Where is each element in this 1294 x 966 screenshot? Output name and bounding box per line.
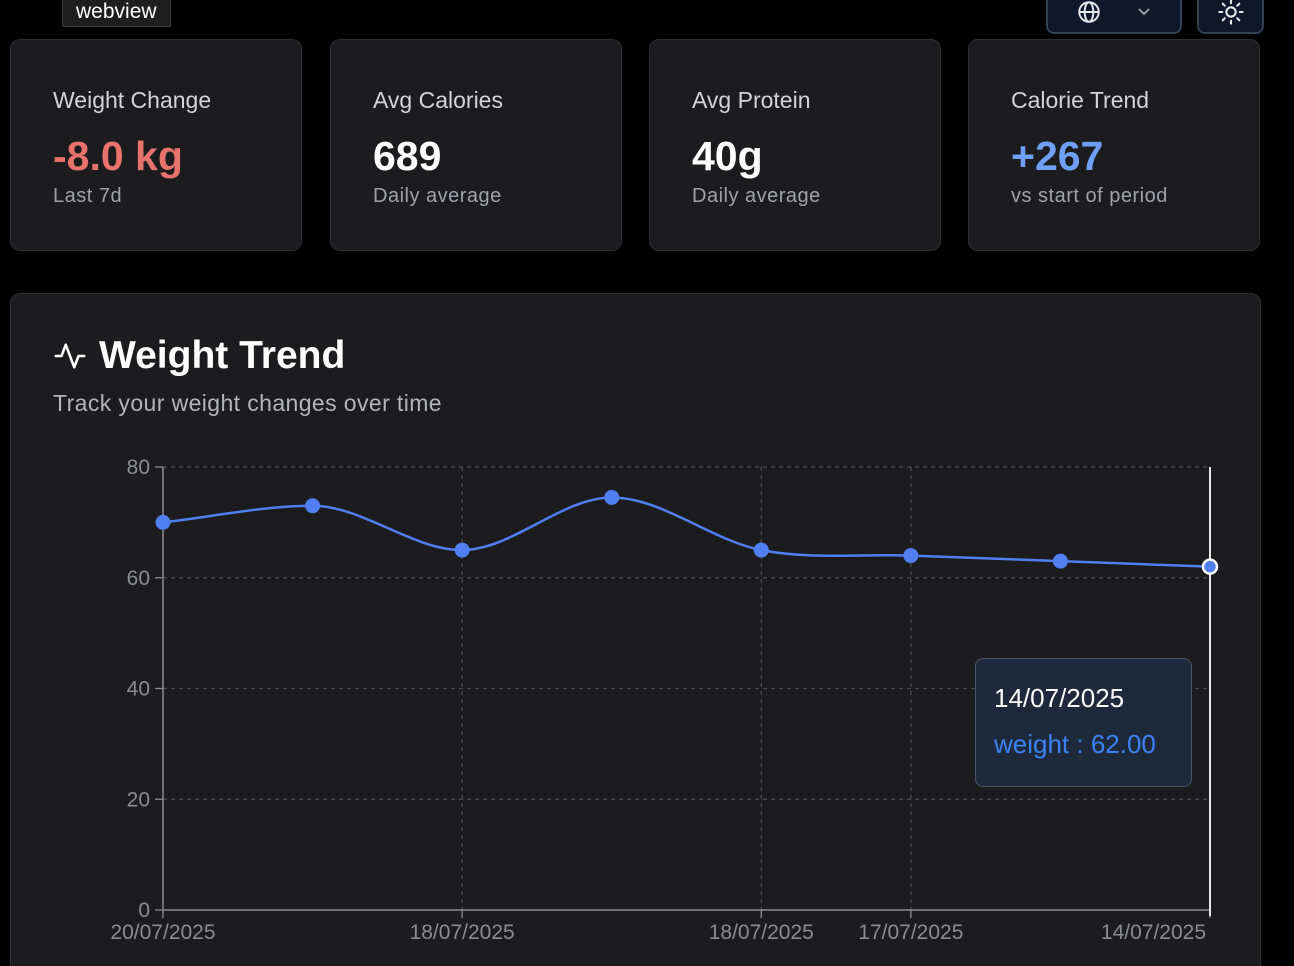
x-tick-label: 20/07/2025	[110, 921, 215, 944]
data-point	[305, 498, 321, 514]
x-tick-label: 17/07/2025	[858, 921, 963, 944]
x-tick-label: 18/07/2025	[410, 921, 515, 944]
weight-series-line	[162, 496, 1211, 568]
x-tick-label: 14/07/2025	[1101, 921, 1206, 944]
data-point	[155, 514, 171, 530]
tooltip-date: 14/07/2025	[994, 683, 1125, 713]
x-tick-label: 18/07/2025	[709, 921, 814, 944]
data-point	[753, 542, 769, 558]
data-point	[1052, 553, 1068, 569]
active-data-point	[1201, 558, 1219, 575]
page: webview Weight Change -8.0 kg Last 7d Av…	[0, 0, 1294, 966]
y-tick-label: 20	[127, 788, 150, 811]
chart-tooltip: 14/07/2025 weight : 62.00	[975, 658, 1192, 787]
y-tick-label: 60	[127, 567, 150, 590]
data-point	[454, 542, 470, 558]
data-point	[903, 548, 919, 564]
data-point	[604, 489, 620, 505]
y-tick-label: 40	[127, 678, 150, 701]
tooltip-value: weight : 62.00	[994, 729, 1156, 759]
weight-line-chart[interactable]: 0 20 40 60 80 20/07/2025 18/07/2025 18/07/2025 1…	[0, 0, 1294, 966]
y-tick-label: 0	[138, 899, 150, 922]
y-tick-label: 80	[127, 456, 150, 479]
